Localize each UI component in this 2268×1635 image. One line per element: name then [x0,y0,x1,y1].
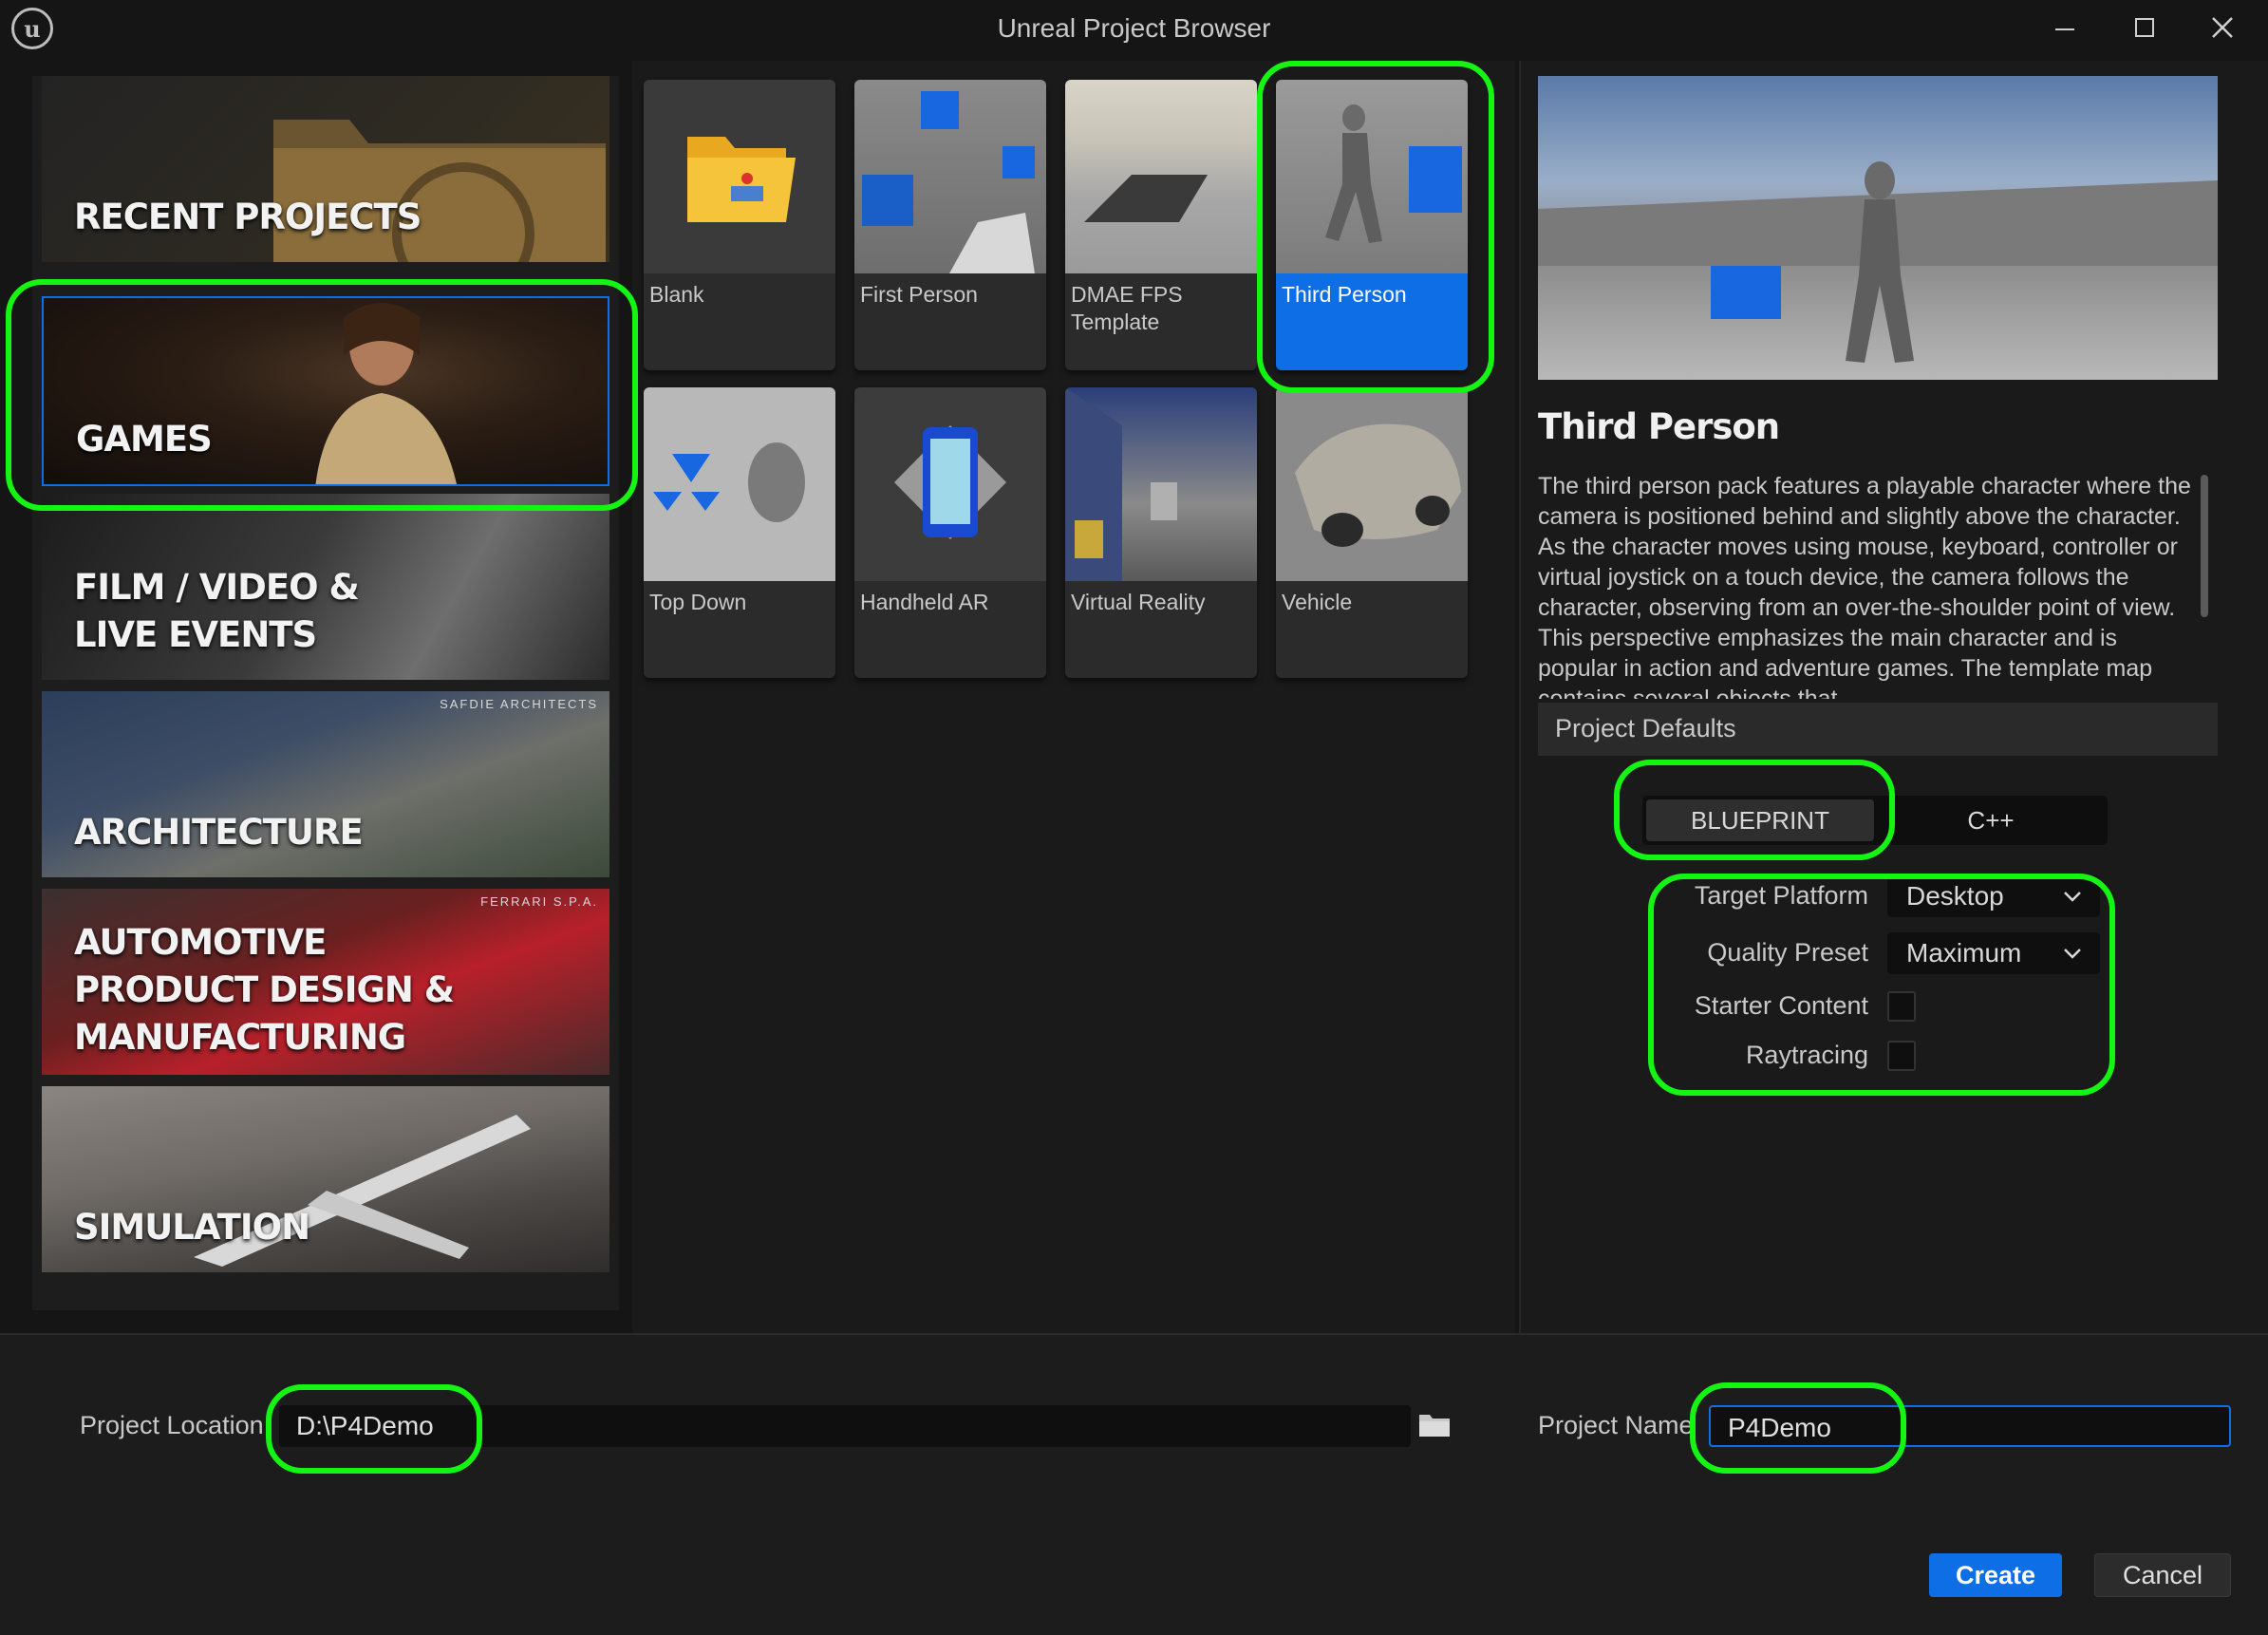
template-label: First Person [860,282,978,307]
maximize-button[interactable] [2111,6,2178,49]
project-defaults-label: Project Defaults [1555,714,1736,742]
template-virtual-reality[interactable]: Virtual Reality [1065,387,1257,678]
close-icon [2212,17,2233,38]
template-label: DMAE FPS Template [1071,282,1183,334]
template-top-down[interactable]: Top Down [644,387,835,678]
template-thumbnail [1276,387,1468,581]
category-label: FILM / VIDEO & LIVE EVENTS [74,567,360,655]
template-label: Blank [649,282,704,307]
category-simulation[interactable]: SIMULATION [42,1086,609,1272]
language-toggle: BLUEPRINT C++ [1642,796,2108,845]
category-film-video[interactable]: FILM / VIDEO & LIVE EVENTS [42,494,609,680]
chevron-down-icon [2064,949,2081,959]
handheld-ar-icon [894,425,1006,539]
template-handheld-ar[interactable]: Handheld AR [854,387,1046,678]
template-label: Vehicle [1282,590,1353,614]
category-label: RECENT PROJECTS [74,197,422,237]
template-thumbnail [854,80,1046,273]
character-image [315,303,458,484]
description-scrollbar[interactable] [2201,475,2208,617]
template-thumbnail [1276,80,1468,273]
quality-preset-dropdown[interactable]: Maximum [1887,932,2100,974]
starter-content-label: Starter Content [1694,991,1868,1020]
window-title: Unreal Project Browser [997,13,1271,43]
project-location-value: D:\P4Demo [296,1411,434,1440]
chevron-down-icon [2064,892,2081,902]
template-dmae-fps[interactable]: DMAE FPS Template [1065,80,1257,370]
template-vehicle[interactable]: Vehicle [1276,387,1468,678]
vehicle-scene [1295,423,1461,547]
project-location-label: Project Location [80,1411,264,1439]
category-architecture[interactable]: SAFDIE ARCHITECTS ARCHITECTURE [42,691,609,877]
fps-scene [1084,175,1208,222]
category-label: SIMULATION [74,1207,310,1248]
image-credit: SAFDIE ARCHITECTS [440,697,598,711]
cpp-button[interactable]: C++ [1878,799,2104,841]
category-label: GAMES [76,419,213,460]
category-label: AUTOMOTIVE PRODUCT DESIGN & MANUFACTURIN… [74,922,455,1058]
project-settings-bar [0,1333,2268,1635]
template-third-person[interactable]: Third Person [1276,80,1468,370]
category-games[interactable]: GAMES [42,296,609,486]
target-platform-dropdown[interactable]: Desktop [1887,875,2100,917]
create-button[interactable]: Create [1929,1553,2062,1597]
folder-icon [687,137,796,222]
minimize-button[interactable] [2032,6,2098,49]
vr-scene [1065,387,1177,581]
template-thumbnail [1065,387,1257,581]
template-title: Third Person [1538,406,1780,447]
template-first-person[interactable]: First Person [854,80,1046,370]
project-name-value: P4Demo [1728,1413,1831,1442]
project-name-input[interactable]: P4Demo [1709,1405,2231,1447]
maximize-icon [2135,18,2154,37]
template-description: The third person pack features a playabl… [1538,473,2191,699]
template-label: Virtual Reality [1071,590,1206,614]
blueprint-button[interactable]: BLUEPRINT [1646,799,1874,841]
first-person-scene [862,91,1035,273]
template-thumbnail [644,387,835,581]
target-platform-label: Target Platform [1694,881,1868,910]
quality-preset-value: Maximum [1906,938,2022,968]
third-person-preview [1538,161,2218,363]
template-thumbnail [644,80,835,273]
third-person-scene [1325,104,1462,243]
raytracing-label: Raytracing [1745,1041,1868,1069]
cancel-button[interactable]: Cancel [2094,1553,2231,1597]
template-thumbnail [854,387,1046,581]
minimize-icon [2055,28,2074,30]
template-preview-image [1538,76,2218,380]
target-platform-value: Desktop [1906,881,2004,911]
quality-preset-label: Quality Preset [1707,938,1868,967]
project-location-input[interactable]: D:\P4Demo [279,1405,1411,1447]
category-label: ARCHITECTURE [74,812,364,853]
project-defaults-header: Project Defaults [1538,703,2218,756]
top-down-scene [653,442,805,522]
template-thumbnail [1065,80,1257,273]
template-label: Top Down [649,590,747,614]
starter-content-checkbox[interactable] [1887,991,1916,1022]
raytracing-checkbox[interactable] [1887,1041,1916,1071]
project-name-label: Project Name [1538,1411,1694,1439]
category-recent-projects[interactable]: RECENT PROJECTS [42,76,609,262]
image-credit: FERRARI S.P.A. [480,894,598,909]
browse-folder-button[interactable] [1418,1411,1451,1442]
template-blank[interactable]: Blank [644,80,835,370]
close-window-button[interactable] [2189,6,2256,49]
template-label: Handheld AR [860,590,989,614]
folder-icon [1419,1415,1450,1437]
template-label: Third Person [1282,282,1407,307]
category-automotive[interactable]: FERRARI S.P.A. AUTOMOTIVE PRODUCT DESIGN… [42,889,609,1075]
